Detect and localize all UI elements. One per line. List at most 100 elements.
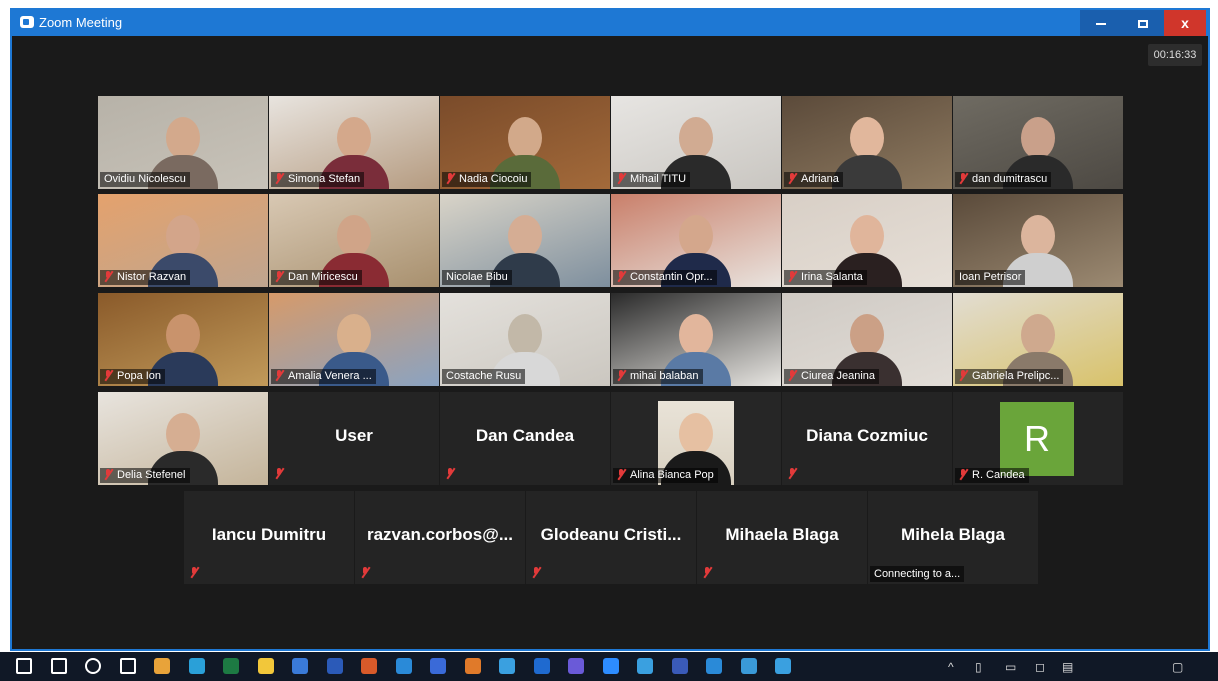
participant-name-label: Alina Bianca Pop [613, 468, 718, 483]
participant-tile[interactable]: Mihela Blaga Connecting to a... [868, 491, 1038, 584]
minimize-button[interactable] [1080, 10, 1122, 36]
word-icon[interactable] [326, 658, 343, 674]
participant-tile[interactable]: Irina Salanta [782, 194, 952, 287]
participant-name-label: Irina Salanta [784, 270, 867, 285]
zoom-app-icon [20, 16, 34, 28]
participant-name-label: Adriana [784, 172, 843, 187]
excel-icon[interactable] [223, 658, 239, 674]
chrome-icon[interactable] [154, 658, 170, 674]
windows-taskbar: ^ ▯ ▭ ◻ ▤ ▢ [0, 652, 1218, 681]
muted-mic-icon [788, 173, 797, 184]
participant-tile[interactable]: Alina Bianca Pop [611, 392, 781, 485]
participant-tile[interactable]: Ioan Petrisor [953, 194, 1123, 287]
app-icon[interactable] [499, 658, 515, 674]
participant-tile[interactable]: Amalia Venera ... [269, 293, 439, 386]
notifications-icon[interactable]: ▢ [1172, 660, 1183, 674]
zoom-icon[interactable] [602, 658, 619, 674]
maximize-button[interactable] [1122, 10, 1164, 36]
app-icon[interactable] [740, 658, 757, 674]
participant-name-label: Constantin Opr... [613, 270, 717, 285]
participant-name: Costache Rusu [446, 370, 522, 382]
app-icon[interactable] [637, 658, 653, 674]
muted-mic-icon [788, 468, 797, 479]
participant-tile[interactable]: User [269, 392, 439, 485]
participant-tile[interactable]: Nistor Razvan [98, 194, 268, 287]
participant-name-label: Popa Ion [100, 369, 166, 384]
network-icon[interactable]: ▭ [1005, 660, 1016, 674]
participant-tile[interactable]: razvan.corbos@... [355, 491, 525, 584]
app-icon[interactable] [706, 658, 722, 674]
participant-tile[interactable]: Popa Ion [98, 293, 268, 386]
task-view-icon[interactable] [119, 658, 136, 674]
volume-icon[interactable]: ◻ [1035, 660, 1045, 674]
participant-tile[interactable]: Costache Rusu [440, 293, 610, 386]
participant-name: Dan Miricescu [288, 271, 358, 283]
participant-tile[interactable]: Diana Cozmiuc [782, 392, 952, 485]
participant-tile[interactable]: Glodeanu Cristi... [526, 491, 696, 584]
muted-mic-icon [275, 370, 284, 381]
participant-head [850, 117, 884, 159]
app-icon[interactable] [361, 658, 377, 674]
app-icon[interactable] [671, 658, 688, 674]
title-bar: Zoom Meeting x [12, 10, 1208, 36]
participant-tile[interactable]: Adriana [782, 96, 952, 189]
close-button[interactable]: x [1164, 10, 1206, 36]
muted-mic-icon [104, 271, 113, 282]
participant-head [166, 314, 200, 356]
participant-tile[interactable]: mihai balaban [611, 293, 781, 386]
participant-tile[interactable]: Gabriela Prelipc... [953, 293, 1123, 386]
tray-chevron-icon[interactable]: ^ [948, 660, 954, 674]
participant-name-label: Gabriela Prelipc... [955, 369, 1064, 384]
edge-icon[interactable] [188, 658, 205, 674]
participant-tile[interactable]: Ovidiu Nicolescu [98, 96, 268, 189]
participant-head [1021, 215, 1055, 257]
app-icon[interactable] [775, 658, 791, 674]
muted-mic-icon [959, 173, 968, 184]
participant-tile[interactable]: Dan Candea [440, 392, 610, 485]
participant-tile[interactable]: Dan Miricescu [269, 194, 439, 287]
participant-name-label: R. Candea [955, 468, 1029, 483]
battery-icon[interactable]: ▯ [975, 660, 982, 674]
muted-mic-icon [703, 567, 712, 578]
participant-tile[interactable]: R R. Candea [953, 392, 1123, 485]
keyboard-icon[interactable]: ▤ [1062, 660, 1073, 674]
windows-start-icon[interactable] [16, 658, 32, 674]
mail-icon[interactable] [533, 658, 550, 674]
cortana-icon[interactable] [85, 658, 101, 674]
participant-tile[interactable]: Iancu Dumitru [184, 491, 354, 584]
file-explorer-icon[interactable] [257, 658, 274, 674]
participant-tile[interactable]: Mihaela Blaga [697, 491, 867, 584]
teams-icon[interactable] [568, 658, 584, 674]
app-icon[interactable] [292, 658, 308, 674]
participant-tile[interactable]: Nadia Ciocoiu [440, 96, 610, 189]
participant-name: Nistor Razvan [117, 271, 187, 283]
calendar-icon[interactable] [430, 658, 446, 674]
muted-mic-icon [617, 370, 626, 381]
participant-tile[interactable]: Simona Stefan [269, 96, 439, 189]
participant-tile[interactable]: Ciurea Jeanina [782, 293, 952, 386]
participant-tile[interactable]: Constantin Opr... [611, 194, 781, 287]
participant-avatar: R [1000, 402, 1074, 476]
participant-name: Irina Salanta [801, 271, 863, 283]
participant-head [679, 314, 713, 356]
zoom-window: Zoom Meeting x 00:16:33 Ovidiu Nicolescu… [10, 8, 1210, 651]
muted-mic-icon [617, 469, 626, 480]
participant-name: Mihail TITU [630, 173, 687, 185]
muted-mic-icon [104, 370, 113, 381]
participant-tile[interactable]: Nicolae Bibu [440, 194, 610, 287]
muted-mic-icon [446, 468, 455, 479]
photos-icon[interactable] [395, 658, 412, 674]
participant-head [508, 215, 542, 257]
participant-tile[interactable]: Delia Stefenel [98, 392, 268, 485]
participant-name-label: dan dumitrascu [955, 172, 1052, 187]
participant-head [850, 314, 884, 356]
participant-tile[interactable]: dan dumitrascu [953, 96, 1123, 189]
participant-head [337, 117, 371, 159]
participant-name-label: Mihail TITU [613, 172, 691, 187]
search-icon[interactable] [50, 658, 67, 674]
participant-tile[interactable]: Mihail TITU [611, 96, 781, 189]
connection-status: Connecting to a... [870, 566, 965, 582]
firefox-icon[interactable] [464, 658, 481, 674]
participant-name-label: Dan Miricescu [271, 270, 362, 285]
maximize-icon [1138, 20, 1148, 29]
